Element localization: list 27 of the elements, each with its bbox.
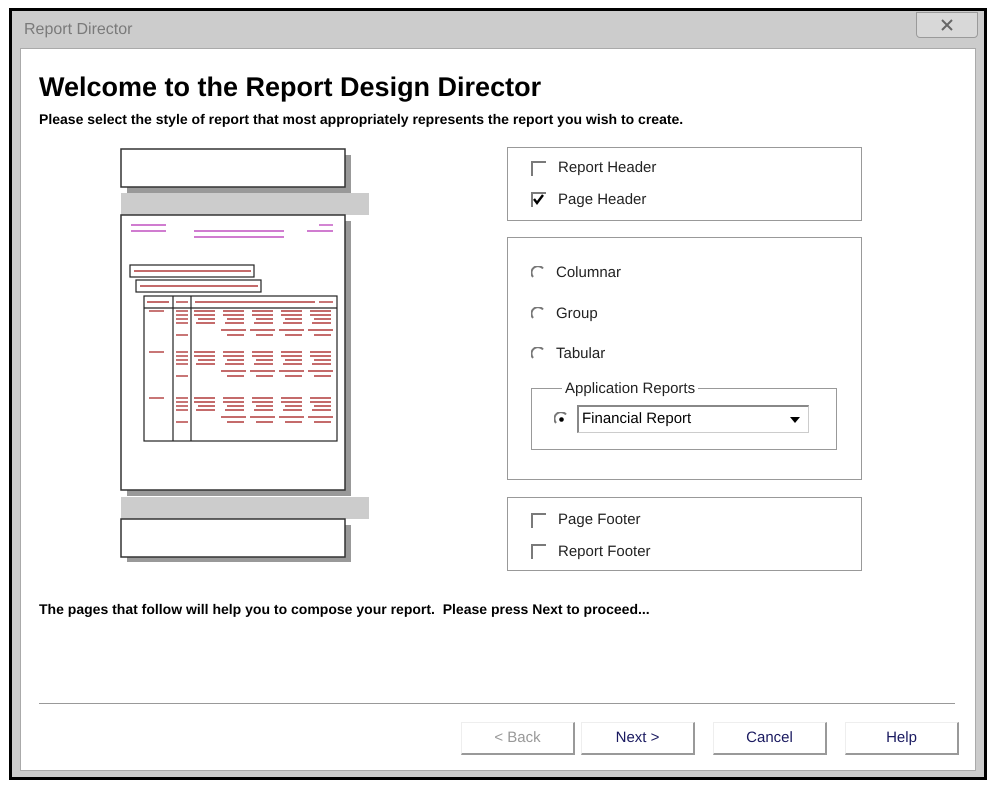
checkbox[interactable] — [531, 544, 546, 560]
checkbox[interactable] — [531, 160, 546, 176]
dialog-button[interactable]: Cancel — [713, 722, 827, 755]
radio-label: Tabular — [556, 344, 606, 364]
report-dropdown[interactable]: Financial Report — [577, 405, 809, 433]
checkbox-label: Page Header — [558, 190, 646, 210]
dropdown-arrow-icon — [790, 416, 800, 422]
group-label: Application Reports — [564, 378, 696, 398]
checkbox-label: Report Footer — [558, 542, 651, 562]
window-title: Report Director — [24, 20, 132, 40]
close-icon — [940, 18, 954, 30]
radio-label: Columnar — [556, 263, 622, 283]
checkbox-label: Page Footer — [558, 510, 641, 530]
radio-button[interactable] — [531, 306, 545, 321]
dialog-button[interactable]: Next > — [581, 722, 695, 755]
radio-button[interactable] — [554, 412, 568, 426]
checkbox[interactable] — [531, 192, 546, 208]
radio-label: Group — [556, 304, 598, 324]
radio-button[interactable] — [531, 266, 545, 280]
dialog-heading: Welcome to the Report Design Director — [39, 71, 542, 103]
checkbox[interactable] — [531, 512, 546, 528]
footer-text: The pages that follow will help you to compose your report. Please press Next to proceed... — [39, 600, 651, 619]
instruction-text: Please select the style of report that most appropriately represents the report you wish to create. — [39, 110, 684, 129]
radio-button[interactable] — [531, 347, 545, 362]
dialog-button[interactable]: Help — [845, 722, 959, 755]
close-button[interactable] — [916, 12, 978, 38]
checkbox-label: Report Header — [558, 158, 656, 178]
